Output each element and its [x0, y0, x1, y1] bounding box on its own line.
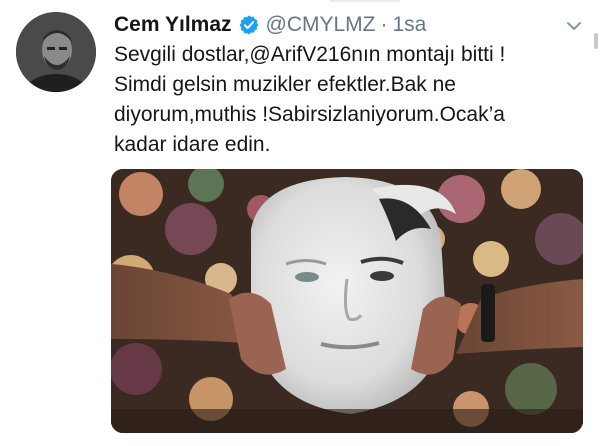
tweet-text: Sevgili dostlar,@ArifV216nın montajı bit…	[114, 40, 584, 160]
tweet-photo[interactable]	[111, 169, 583, 433]
scrollbar[interactable]	[594, 33, 598, 49]
tweet-header: Cem Yılmaz @CMYLMZ · 1sa	[114, 8, 426, 42]
verified-badge-icon	[238, 14, 260, 36]
tweet-text-line: diyorum,muthis !Sabirsizlaniyorum.Ocak’a	[114, 103, 505, 126]
tweet-text-line: Sevgili dostlar,@ArifV216nın montajı bit…	[114, 43, 506, 66]
divider	[330, 0, 400, 2]
display-name[interactable]: Cem Yılmaz	[114, 13, 232, 37]
tweet-text-line: Simdi gelsin muzikler efektler.Bak ne	[114, 73, 456, 96]
separator-dot: ·	[380, 13, 388, 36]
tweet-text-line: kadar idare edin.	[114, 133, 271, 156]
tweet[interactable]: Cem Yılmaz @CMYLMZ · 1sa Sevgili dostlar…	[0, 0, 600, 446]
chevron-down-icon[interactable]	[564, 16, 584, 36]
user-handle[interactable]: @CMYLMZ	[266, 13, 376, 37]
timestamp[interactable]: 1sa	[392, 13, 426, 37]
avatar[interactable]	[16, 12, 96, 92]
